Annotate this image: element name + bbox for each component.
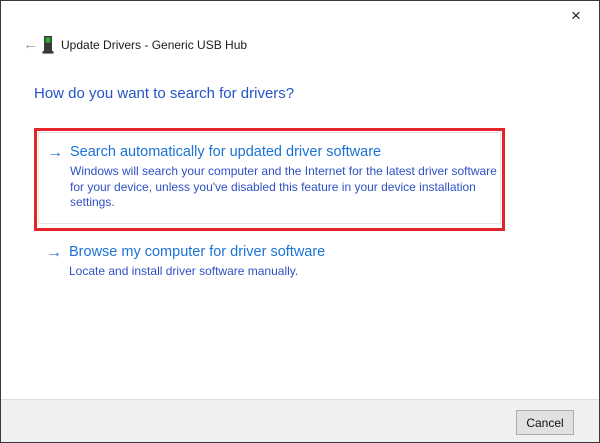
update-drivers-dialog: × ← Update Drivers - Generic USB Hub How…	[0, 0, 600, 443]
search-automatically-option[interactable]: → Search automatically for updated drive…	[38, 132, 501, 224]
description-line: for your device, unless you've disabled …	[70, 179, 476, 194]
close-icon[interactable]: ×	[562, 4, 590, 28]
arrow-right-icon: →	[47, 144, 63, 161]
option-title: Search automatically for updated driver …	[70, 144, 382, 160]
arrow-right-icon: →	[46, 244, 62, 261]
description-line: settings.	[70, 195, 115, 209]
description-line: Locate and install driver software manua…	[69, 264, 299, 278]
description-line: Windows will search your computer and th…	[70, 164, 497, 178]
dialog-footer: Cancel	[1, 399, 599, 442]
annotation-highlight: → Search automatically for updated drive…	[34, 128, 505, 231]
device-driver-icon	[42, 35, 54, 54]
option-title: Browse my computer for driver software	[69, 244, 326, 260]
back-arrow-icon[interactable]: ←	[23, 35, 41, 55]
page-heading: How do you want to search for drivers?	[34, 85, 295, 102]
cancel-button[interactable]: Cancel	[516, 410, 574, 435]
browse-computer-option[interactable]: → Browse my computer for driver software…	[38, 237, 501, 287]
option-description: Windows will search your computer and th…	[70, 164, 497, 211]
dialog-header: ← Update Drivers - Generic USB Hub	[23, 34, 247, 56]
option-description: Locate and install driver software manua…	[69, 264, 325, 280]
dialog-title: Update Drivers - Generic USB Hub	[61, 38, 248, 52]
